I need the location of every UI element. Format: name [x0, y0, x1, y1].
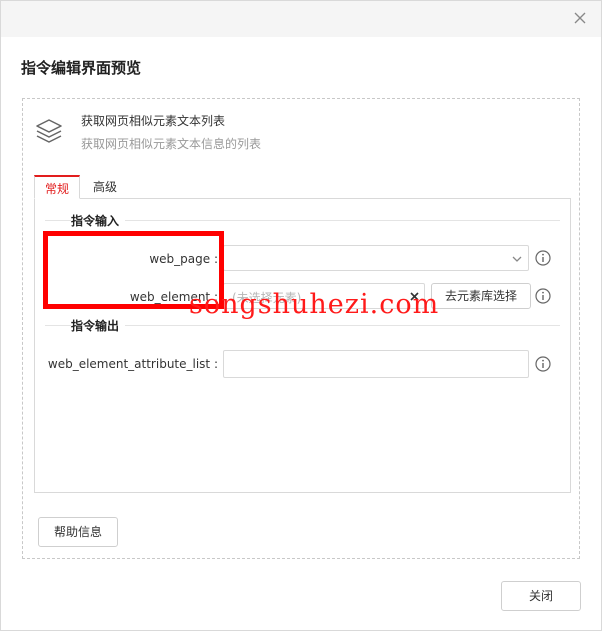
chevron-down-icon [512, 256, 522, 262]
info-icon[interactable] [535, 356, 551, 372]
command-description: 获取网页相似元素文本信息的列表 [81, 137, 262, 151]
layers-icon [36, 119, 62, 143]
section-input-title: 指令输入 [71, 212, 126, 229]
attribute-list-input[interactable] [223, 350, 529, 378]
preview-area: 获取网页相似元素文本列表 获取网页相似元素文本信息的列表 常规 高级 指令输入 … [22, 98, 580, 559]
web-page-select[interactable] [223, 245, 529, 271]
dialog-titlebar [1, 1, 601, 37]
section-input: 指令输入 [45, 212, 560, 229]
help-button[interactable]: 帮助信息 [38, 517, 118, 547]
select-from-element-library-button[interactable]: 去元素库选择 [431, 283, 531, 309]
tab-general[interactable]: 常规 [34, 175, 80, 199]
command-name: 获取网页相似元素文本列表 [81, 114, 226, 128]
close-button[interactable]: 关闭 [501, 581, 581, 611]
watermark-text: songshuhezi.com [189, 289, 440, 320]
attribute-list-label: web_element_attribute_list : [47, 357, 218, 371]
section-output-title: 指令输出 [71, 317, 126, 334]
info-icon[interactable] [535, 288, 551, 304]
tab-advanced[interactable]: 高级 [80, 175, 130, 199]
info-icon[interactable] [535, 250, 551, 266]
dialog-title: 指令编辑界面预览 [21, 59, 142, 77]
close-icon[interactable] [573, 11, 587, 25]
